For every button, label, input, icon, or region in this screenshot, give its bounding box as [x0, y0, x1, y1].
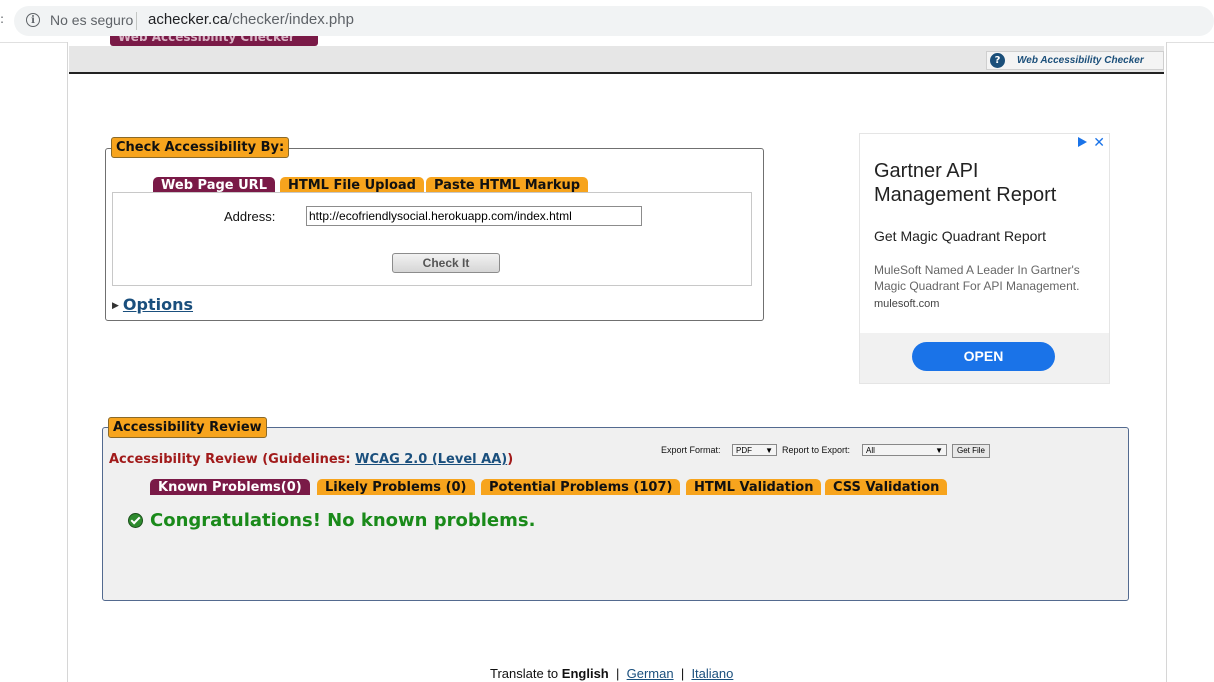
review-title-suffix: ): [507, 452, 514, 467]
tab-web-page-url[interactable]: Web Page URL: [153, 177, 275, 193]
review-legend: Accessibility Review: [108, 417, 267, 438]
translate-label: Translate to: [490, 666, 559, 681]
ad-description: MuleSoft Named A Leader In Gartner's Mag…: [874, 263, 1080, 293]
advertisement[interactable]: ✕ Gartner API Management Report Get Magi…: [859, 133, 1110, 384]
expand-triangle-icon: ▶: [112, 301, 119, 311]
ad-open-button[interactable]: OPEN: [912, 342, 1055, 371]
url-separator: [136, 12, 137, 30]
check-it-button[interactable]: Check It: [392, 253, 500, 273]
not-secure-label: No es seguro: [50, 12, 134, 28]
get-file-button[interactable]: Get File: [952, 444, 990, 458]
url-path: /checker/index.php: [228, 11, 354, 28]
result-message: Congratulations! No known problems.: [128, 510, 535, 531]
address-input[interactable]: [306, 206, 642, 226]
help-link[interactable]: ? Web Accessibility Checker: [986, 51, 1164, 70]
review-title-prefix: Accessibility Review (Guidelines:: [109, 452, 356, 467]
info-icon[interactable]: i: [26, 13, 40, 27]
review-title: Accessibility Review (Guidelines: WCAG 2…: [109, 452, 513, 467]
translate-bar: Translate to English | German | Italiano: [490, 666, 733, 681]
dropdown-arrow-icon: ▼: [765, 446, 773, 455]
top-title-tab: Web Accessibility Checker: [110, 36, 318, 46]
ad-title[interactable]: Gartner API Management Report: [874, 159, 1094, 207]
url-box[interactable]: i No es seguro achecker.ca/checker/index…: [14, 6, 1214, 36]
tab-potential-problems[interactable]: Potential Problems (107): [481, 479, 681, 495]
report-to-export-label: Report to Export:: [782, 445, 851, 455]
guideline-link[interactable]: WCAG 2.0 (Level AA): [355, 452, 507, 467]
export-format-label: Export Format:: [661, 445, 721, 455]
check-legend: Check Accessibility By:: [111, 137, 290, 158]
language-link-german[interactable]: German: [627, 666, 674, 681]
report-to-export-value: All: [866, 446, 875, 455]
result-message-text: Congratulations! No known problems.: [150, 510, 536, 531]
help-link-text: Web Accessibility Checker: [1017, 55, 1144, 66]
tab-known-problems[interactable]: Known Problems(0): [150, 479, 310, 495]
ad-domain: mulesoft.com: [874, 298, 940, 310]
lang-separator: |: [677, 666, 688, 681]
options-label: Options: [122, 295, 194, 314]
options-toggle[interactable]: ▶ Options: [112, 295, 193, 314]
dropdown-arrow-icon: ▼: [935, 446, 943, 455]
tab-likely-problems[interactable]: Likely Problems (0): [317, 479, 475, 495]
window-edge-fragment: :: [0, 12, 5, 26]
ad-subtitle[interactable]: Get Magic Quadrant Report: [874, 228, 1046, 244]
success-check-icon: [128, 513, 143, 528]
tab-html-validation[interactable]: HTML Validation: [686, 479, 822, 495]
help-icon: ?: [990, 53, 1005, 68]
url-host: achecker.ca: [148, 11, 229, 28]
export-format-value: PDF: [736, 446, 752, 455]
lang-separator: |: [612, 666, 623, 681]
tab-css-validation[interactable]: CSS Validation: [825, 479, 948, 495]
language-link-italiano[interactable]: Italiano: [691, 666, 733, 681]
address-label: Address:: [224, 209, 276, 224]
current-language: English: [561, 666, 609, 681]
ad-close-icon[interactable]: ✕: [1093, 134, 1105, 151]
top-title-text: Web Accessibility Checker: [118, 36, 295, 44]
adchoices-icon[interactable]: [1078, 137, 1087, 147]
tab-html-file-upload[interactable]: HTML File Upload: [280, 177, 424, 193]
url-text[interactable]: achecker.ca/checker/index.php: [148, 11, 354, 28]
export-format-select[interactable]: PDF ▼: [732, 444, 777, 456]
tab-paste-html-markup[interactable]: Paste HTML Markup: [426, 177, 589, 193]
report-to-export-select[interactable]: All ▼: [862, 444, 947, 456]
